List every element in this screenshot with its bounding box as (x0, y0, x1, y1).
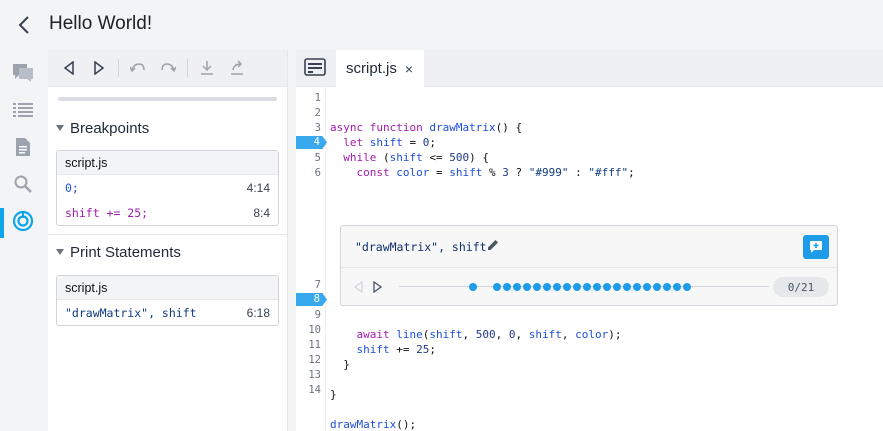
next-hit-icon[interactable] (373, 280, 385, 294)
hit-marker[interactable] (673, 283, 681, 291)
code-line-9: } (330, 358, 350, 371)
hit-marker[interactable] (523, 283, 531, 291)
comments-icon[interactable] (10, 60, 36, 86)
code-line-8: shift += 25; (356, 343, 437, 356)
code-line-7: await line(shift, 500, 0, shift, color); (356, 328, 622, 341)
toolbar-divider (187, 59, 188, 77)
hit-marker[interactable] (593, 283, 601, 291)
undo-icon[interactable] (123, 56, 153, 80)
title-bar: Hello World! (0, 0, 883, 50)
step-forward-button[interactable] (84, 56, 114, 80)
breakpoints-section-label: Breakpoints (70, 119, 150, 137)
print-statements-section-label: Print Statements (70, 243, 181, 261)
tab-label: script.js (346, 60, 397, 77)
print-statement-location: 6:18 (246, 305, 270, 320)
code-line-5: while (shift <= 500) { (343, 151, 489, 164)
hit-marker[interactable] (643, 283, 651, 291)
print-statement-code: "drawMatrix", shift (65, 305, 197, 320)
breakpoints-section-header[interactable]: Breakpoints (48, 115, 287, 141)
hit-marker[interactable] (469, 283, 477, 291)
print-statements-file-label: script.js (57, 276, 278, 300)
page-title: Hello World! (49, 13, 153, 34)
breakpoint-location: 4:14 (246, 180, 270, 195)
redo-icon[interactable] (153, 56, 183, 80)
pencil-icon[interactable] (487, 239, 499, 254)
hit-marker[interactable] (563, 283, 571, 291)
breakpoint-code: 0; (65, 180, 79, 195)
hit-marker[interactable] (503, 283, 511, 291)
previous-hit-icon[interactable] (353, 280, 365, 294)
code-editor: script.js × 1 2 3 4 5 6 7 8 9 10 11 12 1… (296, 50, 883, 431)
hit-marker[interactable] (663, 283, 671, 291)
collapse-triangle-icon (56, 249, 64, 255)
share-icon[interactable] (222, 56, 252, 80)
document-icon[interactable] (10, 134, 36, 160)
hit-marker[interactable] (493, 283, 501, 291)
breakpoint-location: 8:4 (253, 205, 270, 220)
debugger-icon[interactable] (10, 208, 36, 234)
tab-script-js[interactable]: script.js × (336, 50, 424, 87)
hit-marker[interactable] (653, 283, 661, 291)
hit-marker[interactable] (623, 283, 631, 291)
breakpoint-item[interactable]: 0; 4:14 (57, 175, 278, 200)
hit-marker[interactable] (513, 283, 521, 291)
hit-marker[interactable] (533, 283, 541, 291)
hit-marker[interactable] (583, 283, 591, 291)
step-back-button[interactable] (54, 56, 84, 80)
breakpoints-card: script.js 0; 4:14 shift += 25; 8:4 (56, 150, 279, 226)
code-line-6: const color = shift % 3 ? "#999" : "#fff… (356, 166, 635, 179)
hit-marker[interactable] (573, 283, 581, 291)
code-line-13: drawMatrix(); (330, 418, 417, 431)
breakpoint-code: shift += 25; (65, 206, 148, 220)
debugger-panel: Breakpoints script.js 0; 4:14 shift += 2… (48, 50, 288, 431)
toolbar-divider (118, 59, 119, 77)
file-tree-icon[interactable] (304, 58, 328, 78)
code-line-3: async function drawMatrix() { (330, 121, 523, 134)
breakpoint-code-text: shift += 25; (65, 205, 149, 220)
editor-tabs: script.js × (296, 50, 883, 87)
code-area[interactable]: async function drawMatrix() { let shift … (296, 87, 883, 431)
code-line-11: } (330, 388, 337, 401)
list-icon[interactable] (10, 97, 36, 123)
hit-counter: 0/21 (773, 277, 829, 297)
hit-marker[interactable] (613, 283, 621, 291)
print-statement-item[interactable]: "drawMatrix", shift 6:18 (57, 300, 278, 325)
hit-marker[interactable] (683, 283, 691, 291)
collapse-triangle-icon (56, 125, 64, 131)
hit-marker[interactable] (543, 283, 551, 291)
print-statement-header: "drawMatrix", shift (341, 226, 837, 268)
print-statements-section-header[interactable]: Print Statements (48, 239, 287, 265)
activity-rail (0, 50, 48, 431)
close-icon[interactable]: × (405, 61, 413, 77)
hit-marker[interactable] (553, 283, 561, 291)
hit-marker[interactable] (633, 283, 641, 291)
download-icon[interactable] (192, 56, 222, 80)
back-arrow-icon[interactable] (14, 14, 34, 36)
search-icon[interactable] (10, 171, 36, 197)
hit-marker[interactable] (603, 283, 611, 291)
debugger-toolbar (48, 50, 287, 87)
print-expression[interactable]: "drawMatrix", shift (355, 240, 487, 254)
print-statements-card: script.js "drawMatrix", shift 6:18 (56, 275, 279, 326)
print-statement-panel: "drawMatrix", shift 0/21 (340, 225, 838, 306)
breakpoints-file-label: script.js (57, 151, 278, 175)
add-comment-button[interactable] (803, 235, 829, 259)
breakpoint-item[interactable]: shift += 25; 8:4 (57, 200, 278, 225)
active-rail-indicator (0, 208, 4, 238)
code-line-4: let shift = 0; (343, 136, 436, 149)
